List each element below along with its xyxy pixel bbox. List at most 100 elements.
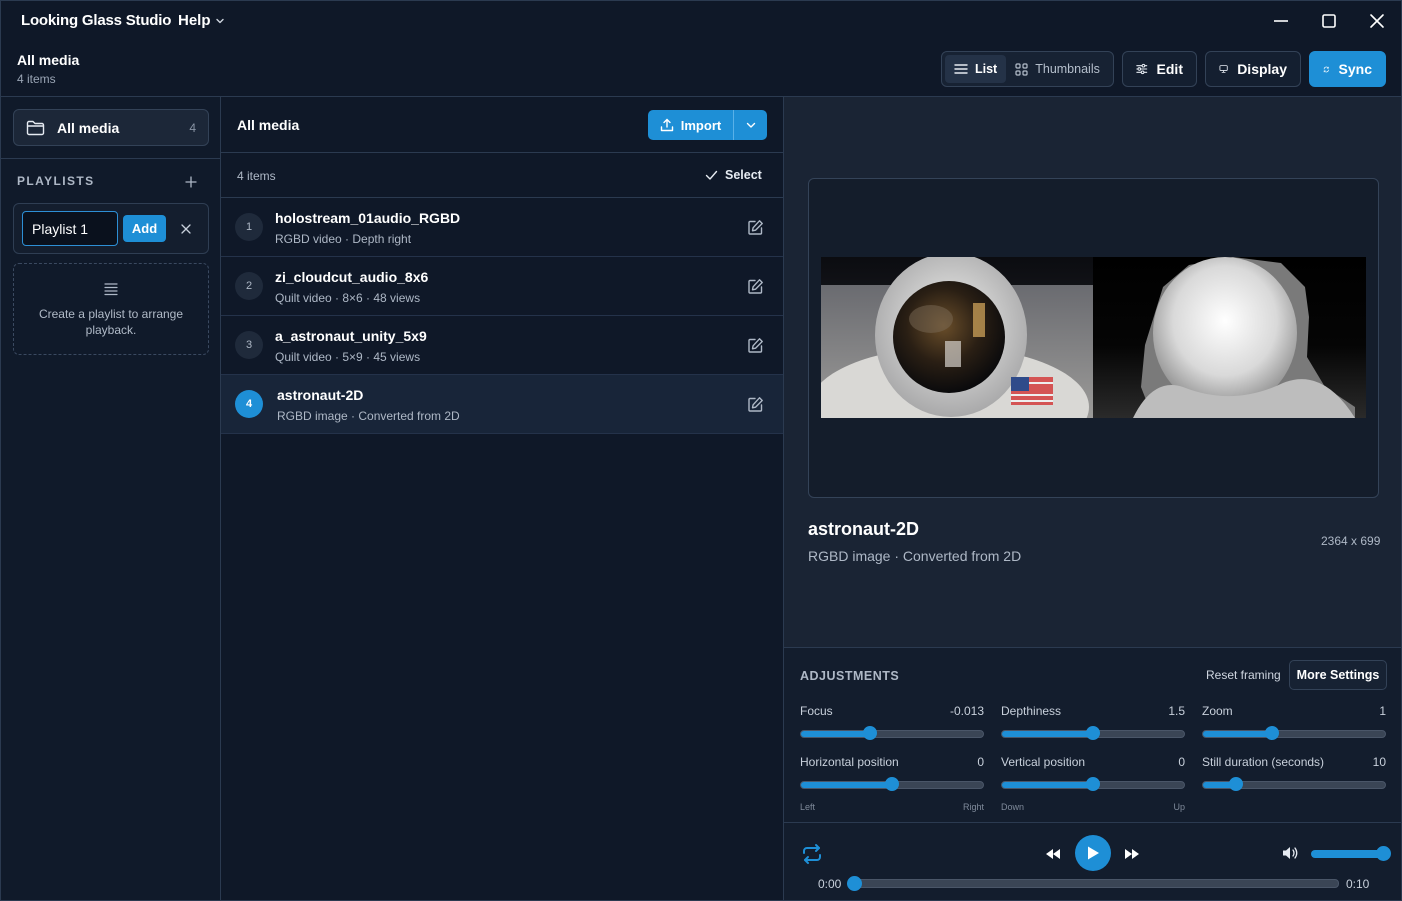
seek-thumb[interactable] bbox=[847, 876, 862, 891]
media-row[interactable]: 1 holostream_01audio_RGBD RGBD video · D… bbox=[221, 198, 783, 257]
adjustments-panel: ADJUSTMENTS Reset framing More Settings … bbox=[784, 647, 1401, 900]
slider-thumb[interactable] bbox=[1228, 777, 1243, 791]
media-row[interactable]: 2 zi_cloudcut_audio_8x6 Quilt video · 8×… bbox=[221, 257, 783, 316]
slider-thumb[interactable] bbox=[1086, 777, 1100, 791]
slider-label: Vertical position bbox=[1001, 755, 1086, 769]
slider-value: 0 bbox=[977, 755, 984, 769]
slider-fill bbox=[1002, 731, 1093, 737]
row-title: a_astronaut_unity_5x9 bbox=[275, 328, 427, 344]
slider-track[interactable] bbox=[1001, 726, 1185, 740]
slider-label: Depthiness bbox=[1001, 704, 1062, 718]
upload-icon bbox=[660, 118, 673, 132]
horizontal-position-slider: Horizontal position 0 Left Right bbox=[800, 755, 984, 812]
row-edit-button[interactable] bbox=[747, 396, 764, 413]
row-subtitle: Quilt video · 8×6 · 48 views bbox=[275, 291, 421, 305]
row-number: 1 bbox=[235, 213, 263, 241]
adjustments-heading: ADJUSTMENTS bbox=[800, 669, 900, 683]
slider-track[interactable] bbox=[800, 777, 984, 791]
volume-slider[interactable] bbox=[1311, 850, 1383, 858]
seek-bar[interactable] bbox=[849, 879, 1339, 888]
view-toggle: List Thumbnails bbox=[941, 51, 1114, 87]
sidebar-item-all-media[interactable]: All media 4 bbox=[13, 109, 209, 146]
preview-frame bbox=[808, 178, 1379, 498]
import-button-group: Import bbox=[648, 110, 767, 140]
check-icon bbox=[705, 170, 718, 180]
minimize-button[interactable] bbox=[1264, 7, 1298, 35]
slider-track[interactable] bbox=[1202, 777, 1386, 791]
sync-button[interactable]: Sync bbox=[1309, 51, 1386, 87]
slider-thumb[interactable] bbox=[863, 726, 878, 740]
maximize-button[interactable] bbox=[1312, 7, 1346, 35]
volume-icon bbox=[1283, 847, 1298, 859]
slider-fill bbox=[1002, 782, 1093, 788]
chevron-down-icon bbox=[215, 18, 224, 23]
playlist-empty-text: Create a playlist to arrange playback. bbox=[38, 307, 184, 337]
more-settings-button[interactable]: More Settings bbox=[1289, 660, 1387, 690]
media-row[interactable]: 3 a_astronaut_unity_5x9 Quilt video · 5×… bbox=[221, 316, 783, 375]
page-item-count: 4 items bbox=[17, 72, 56, 86]
thumbnails-view-button[interactable]: Thumbnails bbox=[1006, 55, 1109, 83]
slider-label: Focus bbox=[800, 704, 833, 718]
close-window-button[interactable] bbox=[1360, 7, 1394, 35]
preview-panel: astronaut-2D RGBD image · Converted from… bbox=[783, 96, 1401, 900]
slider-thumb[interactable] bbox=[1086, 726, 1100, 740]
playlist-name-input[interactable] bbox=[22, 211, 118, 246]
edit-button[interactable]: Edit bbox=[1122, 51, 1197, 87]
preview-dimensions: 2364 x 699 bbox=[1321, 534, 1381, 548]
loop-button[interactable] bbox=[800, 842, 824, 866]
import-dropdown-button[interactable] bbox=[734, 110, 767, 140]
slider-value: 10 bbox=[1372, 755, 1386, 769]
maximize-icon bbox=[1322, 14, 1336, 28]
select-button[interactable]: Select bbox=[705, 168, 762, 182]
slider-track[interactable] bbox=[1001, 777, 1185, 791]
media-list: 1 holostream_01audio_RGBD RGBD video · D… bbox=[221, 198, 783, 434]
close-icon bbox=[1370, 14, 1384, 28]
plus-icon bbox=[185, 176, 197, 188]
import-button[interactable]: Import bbox=[648, 110, 734, 140]
monitor-icon bbox=[1219, 65, 1228, 73]
row-subtitle: Quilt video · 5×9 · 45 views bbox=[275, 350, 421, 364]
close-icon bbox=[181, 224, 191, 234]
divider bbox=[221, 152, 783, 153]
mute-button[interactable] bbox=[1281, 844, 1299, 862]
play-button[interactable] bbox=[1075, 835, 1111, 871]
row-edit-button[interactable] bbox=[747, 219, 764, 236]
reset-framing-button[interactable]: Reset framing bbox=[1206, 668, 1281, 682]
folder-icon bbox=[26, 120, 45, 135]
app-window: Looking Glass Studio Help All media 4 it… bbox=[0, 0, 1402, 901]
previous-button[interactable] bbox=[1044, 846, 1062, 862]
slider-fill bbox=[801, 782, 892, 788]
edit-icon bbox=[748, 279, 763, 294]
astronaut-color-image bbox=[821, 257, 1093, 418]
row-edit-button[interactable] bbox=[747, 337, 764, 354]
help-menu[interactable]: Help bbox=[178, 12, 225, 29]
slider-thumb[interactable] bbox=[1265, 726, 1280, 740]
next-button[interactable] bbox=[1123, 846, 1141, 862]
sidebar-item-label: All media bbox=[57, 119, 120, 136]
preview-subtitle: RGBD image · Converted from 2D bbox=[808, 548, 1022, 564]
volume-thumb[interactable] bbox=[1376, 846, 1391, 861]
slider-max-label: Up bbox=[1173, 802, 1185, 812]
row-title: zi_cloudcut_audio_8x6 bbox=[275, 269, 429, 285]
slider-thumb[interactable] bbox=[885, 777, 899, 791]
total-time: 0:10 bbox=[1346, 877, 1370, 891]
minimize-icon bbox=[1274, 20, 1288, 22]
slider-track[interactable] bbox=[1202, 726, 1386, 740]
slider-track[interactable] bbox=[800, 726, 984, 740]
row-number: 4 bbox=[235, 390, 263, 418]
divider bbox=[784, 822, 1401, 823]
row-subtitle: RGBD image · Converted from 2D bbox=[277, 409, 460, 423]
slider-fill bbox=[1203, 731, 1273, 737]
playlist-cancel-button[interactable] bbox=[178, 221, 194, 237]
playlist-add-button[interactable]: Add bbox=[123, 215, 166, 242]
edit-icon bbox=[748, 220, 763, 235]
add-playlist-button[interactable] bbox=[182, 173, 200, 191]
vertical-position-slider: Vertical position 0 Down Up bbox=[1001, 755, 1185, 812]
row-edit-button[interactable] bbox=[747, 278, 764, 295]
row-number: 2 bbox=[235, 272, 263, 300]
media-row-selected[interactable]: 4 astronaut-2D RGBD image · Converted fr… bbox=[221, 375, 783, 434]
sliders-icon bbox=[1136, 63, 1148, 75]
display-button[interactable]: Display bbox=[1205, 51, 1301, 87]
list-view-button[interactable]: List bbox=[945, 55, 1007, 83]
media-list-title: All media bbox=[237, 117, 300, 133]
